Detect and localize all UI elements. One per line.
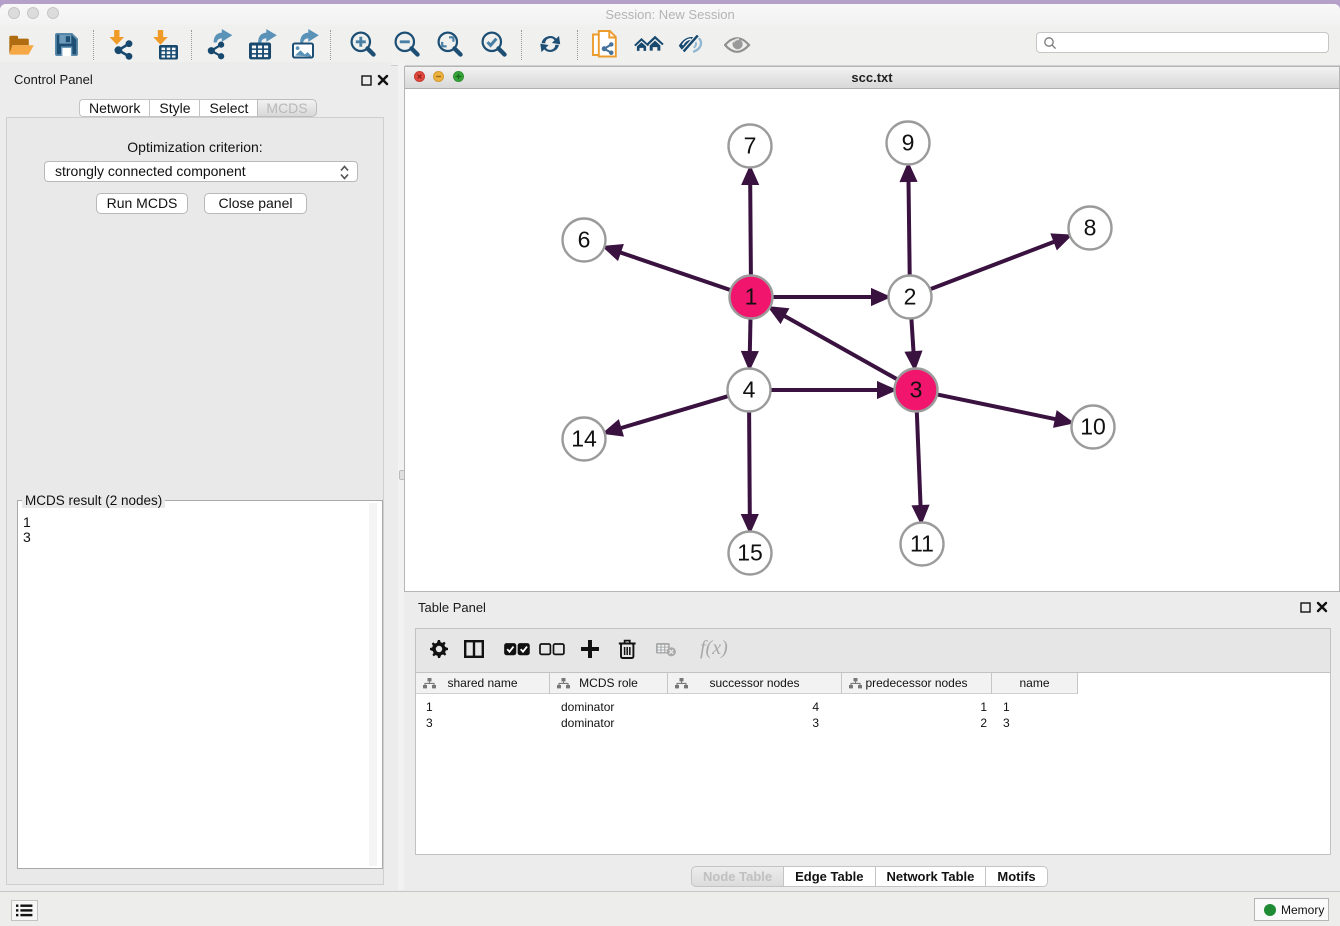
svg-text:10: 10 — [1080, 414, 1106, 440]
svg-text:2: 2 — [904, 284, 917, 310]
svg-text:4: 4 — [743, 377, 756, 403]
svg-text:15: 15 — [737, 540, 763, 566]
svg-text:6: 6 — [578, 227, 591, 253]
svg-text:7: 7 — [744, 133, 757, 159]
svg-text:1: 1 — [745, 284, 758, 310]
svg-text:14: 14 — [571, 426, 597, 452]
svg-text:3: 3 — [910, 377, 923, 403]
svg-text:11: 11 — [910, 531, 934, 557]
svg-text:8: 8 — [1084, 215, 1097, 241]
svg-text:9: 9 — [902, 130, 915, 156]
